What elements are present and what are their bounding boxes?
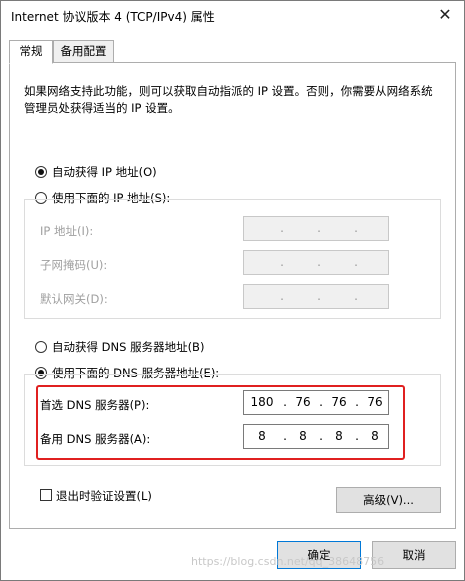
alternate-dns-label: 备用 DNS 服务器(A): [40, 432, 151, 446]
auto-ip-label[interactable]: 自动获得 IP 地址(O) [52, 164, 157, 180]
preferred-dns-label: 首选 DNS 服务器(P): [40, 398, 150, 412]
default-gateway-label: 默认网关(D): [40, 292, 108, 306]
ipv4-properties-dialog: Internet 协议版本 4 (TCP/IPv4) 属性 ✕ 常规 备用配置 … [0, 0, 465, 581]
auto-ip-radio[interactable] [35, 166, 47, 178]
window-title: Internet 协议版本 4 (TCP/IPv4) 属性 [11, 10, 215, 24]
close-icon[interactable]: ✕ [434, 3, 456, 27]
title-bar: Internet 协议版本 4 (TCP/IPv4) 属性 ✕ [1, 1, 464, 31]
advanced-button[interactable]: 高级(V)... [336, 487, 441, 513]
tab-alternate-config[interactable]: 备用配置 [53, 40, 114, 63]
alternate-dns-input[interactable]: 8 . 8 . 8 . 8 [243, 424, 389, 449]
auto-dns-label[interactable]: 自动获得 DNS 服务器地址(B) [52, 339, 204, 355]
validate-on-exit-checkbox[interactable] [40, 489, 52, 501]
validate-on-exit-label[interactable]: 退出时验证设置(L) [56, 488, 152, 504]
subnet-mask-input: . . . [243, 250, 389, 275]
description-text: 如果网络支持此功能，则可以获取自动指派的 IP 设置。否则，你需要从网络系统管理… [24, 84, 433, 115]
ok-button[interactable]: 确定 [277, 541, 361, 569]
tab-general[interactable]: 常规 [9, 40, 53, 64]
ip-address-input: . . . [243, 216, 389, 241]
ip-address-label: IP 地址(I): [40, 224, 94, 238]
general-panel: 如果网络支持此功能，则可以获取自动指派的 IP 设置。否则，你需要从网络系统管理… [9, 62, 456, 529]
default-gateway-input: . . . [243, 284, 389, 309]
subnet-mask-label: 子网掩码(U): [40, 258, 108, 272]
preferred-dns-input[interactable]: 180 . 76 . 76 . 76 [243, 390, 389, 415]
cancel-button[interactable]: 取消 [372, 541, 456, 569]
auto-dns-radio[interactable] [35, 341, 47, 353]
